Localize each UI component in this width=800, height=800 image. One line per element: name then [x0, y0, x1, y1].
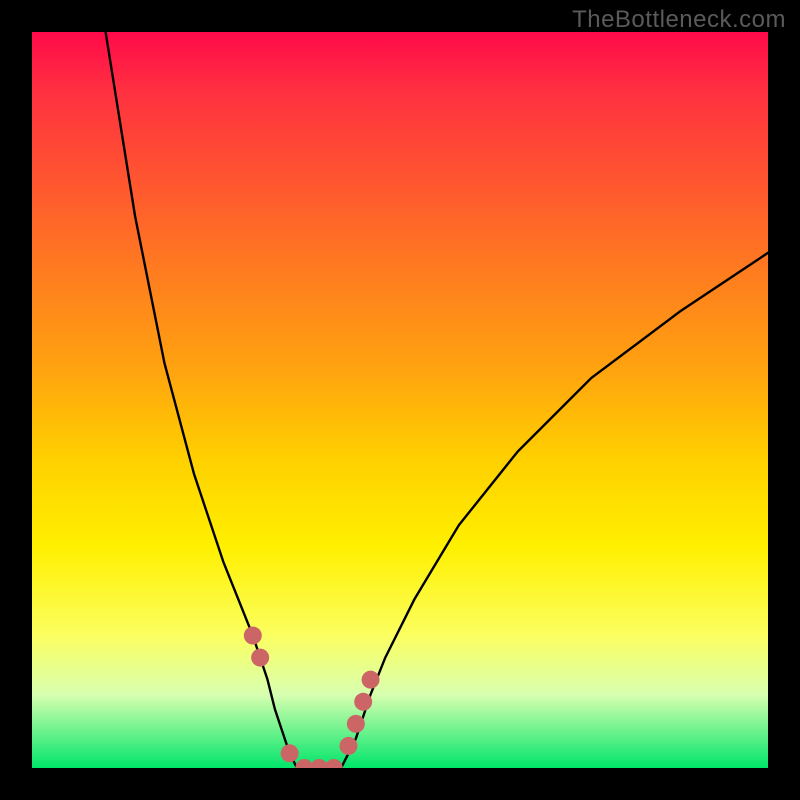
data-marker	[281, 744, 299, 762]
data-marker	[251, 649, 269, 667]
data-marker	[244, 627, 262, 645]
data-marker	[347, 715, 365, 733]
curve-layer	[32, 32, 768, 768]
data-marker	[339, 737, 357, 755]
marker-group	[244, 627, 380, 768]
attribution-text: TheBottleneck.com	[572, 6, 786, 34]
data-marker	[325, 759, 343, 768]
data-marker	[362, 671, 380, 689]
bottleneck-curve	[106, 32, 768, 768]
figure-root: TheBottleneck.com	[0, 0, 800, 800]
data-marker	[354, 693, 372, 711]
plot-area	[32, 32, 768, 768]
